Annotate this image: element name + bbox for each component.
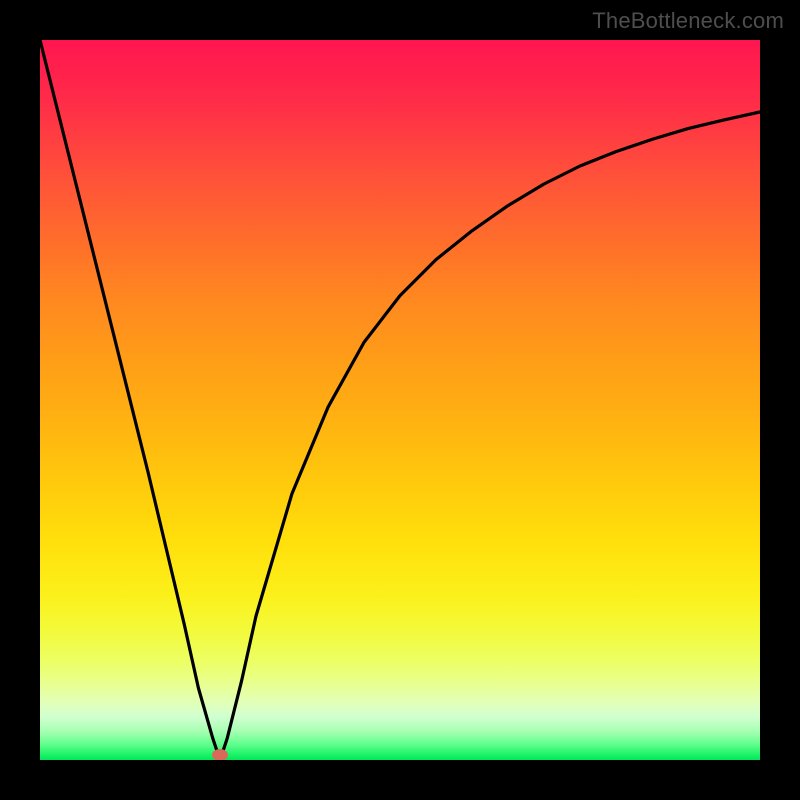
minimum-marker (212, 749, 228, 760)
curve-layer (40, 40, 760, 760)
chart-frame: TheBottleneck.com (0, 0, 800, 800)
plot-area (40, 40, 760, 760)
bottleneck-curve (40, 40, 760, 760)
attribution-label: TheBottleneck.com (592, 8, 784, 34)
